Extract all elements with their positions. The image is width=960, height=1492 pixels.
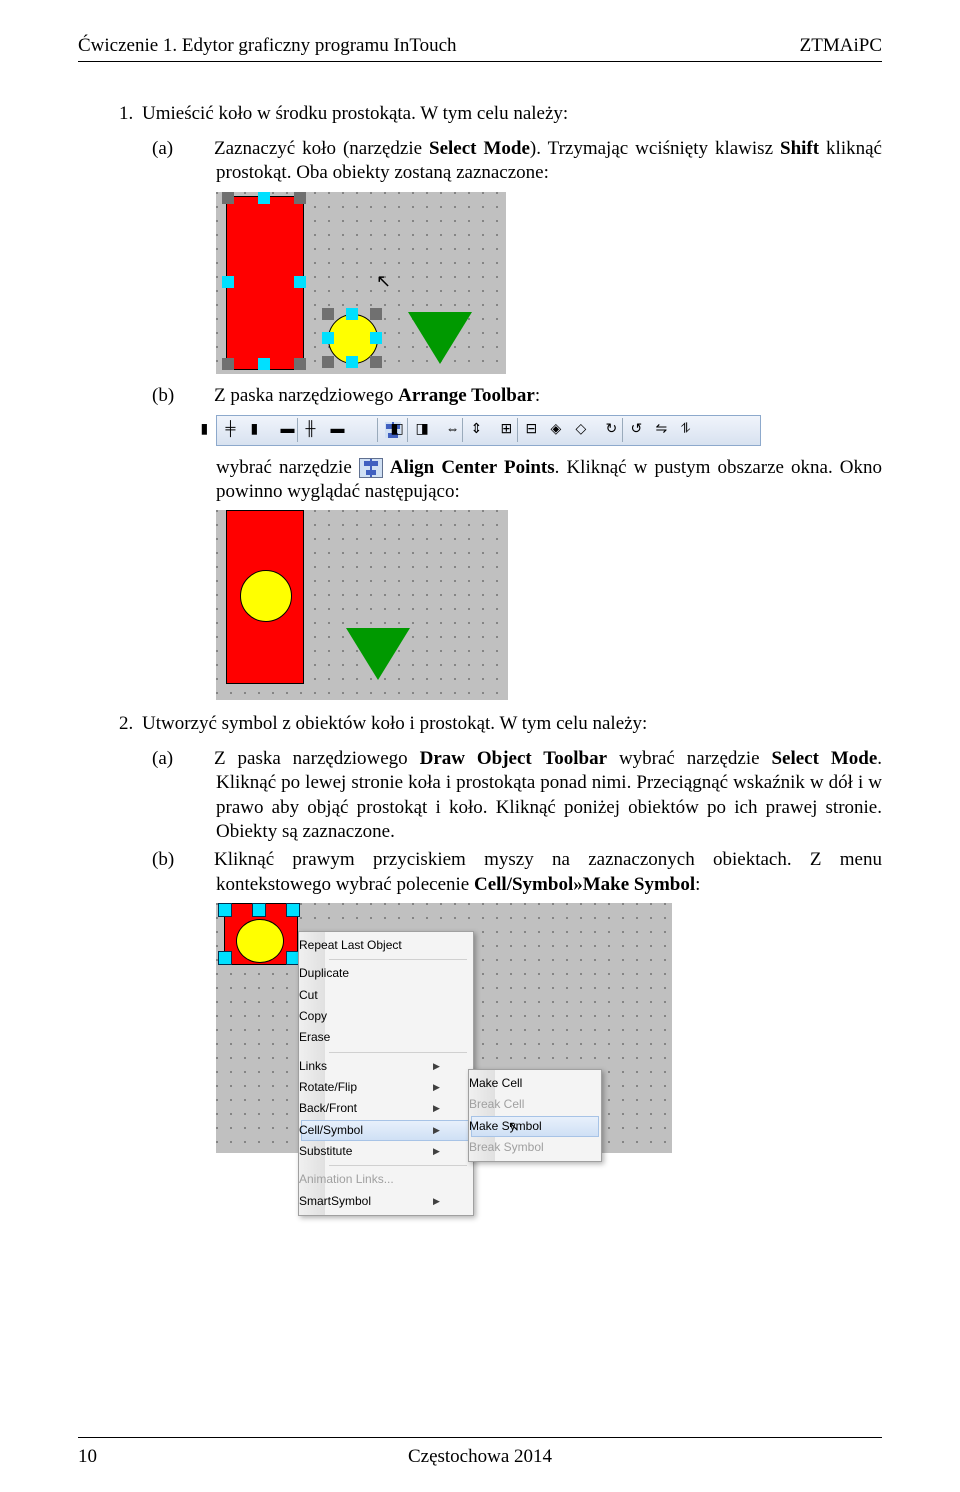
step-1: Umieścić koło w środku prostokąta. W tym… (138, 102, 882, 700)
menu-back-front[interactable]: Back/Front▶ (301, 1098, 471, 1119)
menu-smart-symbol[interactable]: SmartSymbol▶ (301, 1191, 471, 1212)
context-menu[interactable]: Repeat Last Object Duplicate Cut Copy Er… (298, 931, 474, 1216)
submenu-make-symbol[interactable]: Make Symbol (471, 1116, 599, 1137)
circle-shape[interactable] (236, 919, 284, 963)
page-footer: 10 Częstochowa 2014 (78, 1446, 882, 1468)
step1-text: Umieścić koło w środku prostokąta. W tym… (142, 103, 568, 124)
menu-cut[interactable]: Cut (301, 985, 471, 1006)
header-right: ZTMAiPC (800, 35, 882, 57)
canvas-after-align (216, 510, 508, 700)
triangle-shape[interactable] (346, 628, 410, 680)
align-bottom-button[interactable]: ▬ (351, 419, 374, 442)
menu-repeat-last[interactable]: Repeat Last Object (301, 935, 471, 956)
footer-rule (78, 1437, 882, 1438)
page-number: 10 (78, 1446, 97, 1468)
footer-center: Częstochowa 2014 (408, 1446, 552, 1468)
submenu-break-symbol: Break Symbol (471, 1137, 599, 1158)
menu-links[interactable]: Links▶ (301, 1056, 471, 1077)
step2b: (b)Kliknąć prawym przyciskiem myszy na z… (184, 848, 882, 1153)
arrange-toolbar: ▮ ╪ ▮ ▬ ╫ ▬ ◧ (216, 415, 761, 446)
menu-erase[interactable]: Erase (301, 1027, 471, 1048)
menu-cell-symbol[interactable]: Cell/Symbol▶ (301, 1120, 471, 1141)
align-center-points-icon (359, 458, 383, 478)
canvas-context-menu: Repeat Last Object Duplicate Cut Copy Er… (216, 903, 672, 1153)
submenu-make-cell[interactable]: Make Cell (471, 1073, 599, 1094)
step1a: (a)Zaznaczyć koło (narzędzie Select Mode… (184, 137, 882, 375)
header-rule (78, 61, 882, 62)
menu-rotate-flip[interactable]: Rotate/Flip▶ (301, 1077, 471, 1098)
flip-v-button[interactable]: ⥮ (701, 419, 724, 442)
context-submenu[interactable]: Make Cell Break Cell Make Symbol Break S… (468, 1069, 602, 1162)
canvas-selected-objects: ↖ (216, 191, 506, 374)
header-title: Ćwiczenie 1. Edytor graficzny programu I… (78, 35, 457, 57)
circle-shape[interactable] (240, 570, 292, 622)
step-2: Utworzyć symbol z obiektów koło i prosto… (138, 712, 882, 1153)
menu-copy[interactable]: Copy (301, 1006, 471, 1027)
menu-animation-links: Animation Links... (301, 1169, 471, 1190)
page-header: Ćwiczenie 1. Edytor graficzny programu I… (78, 35, 882, 59)
step1b: (b)Z paska narzędziowego Arrange Toolbar… (184, 384, 882, 700)
step2-text: Utworzyć symbol z obiektów koło i prosto… (142, 713, 647, 734)
submenu-break-cell: Break Cell (471, 1094, 599, 1115)
step2a: (a)Z paska narzędziowego Draw Object Too… (184, 747, 882, 844)
menu-duplicate[interactable]: Duplicate (301, 963, 471, 984)
triangle-shape[interactable] (408, 312, 472, 364)
rectangle-shape[interactable] (226, 196, 304, 370)
menu-substitute[interactable]: Substitute▶ (301, 1141, 471, 1162)
